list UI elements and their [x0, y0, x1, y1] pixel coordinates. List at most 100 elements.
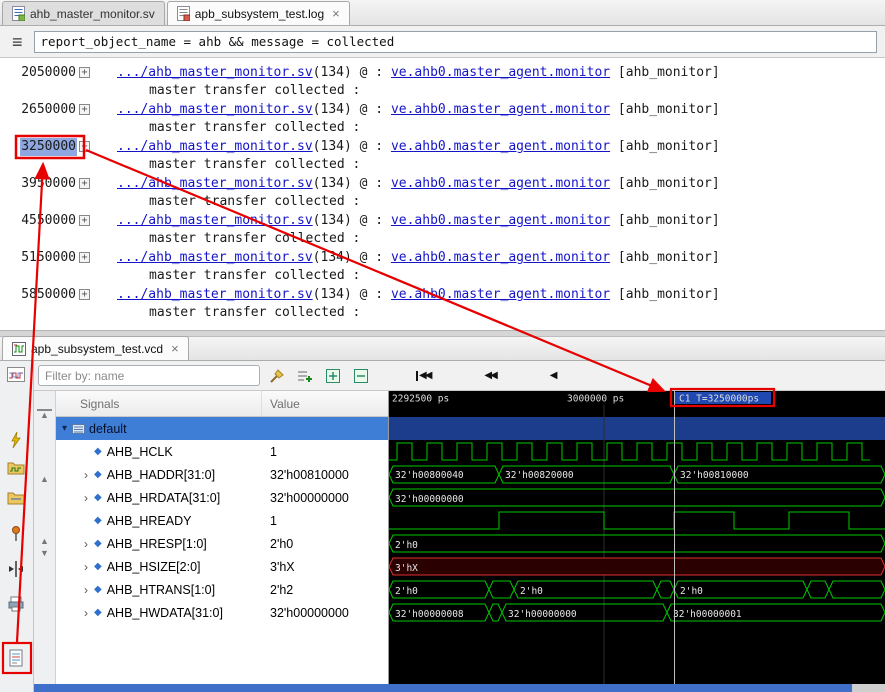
expand-icon[interactable]: + [79, 178, 90, 189]
expand-all-icon[interactable] [322, 365, 344, 387]
group-name[interactable]: default [89, 422, 127, 436]
expand-icon[interactable]: + [79, 67, 90, 78]
folder-wave-icon[interactable] [6, 457, 28, 479]
signal-name[interactable]: AHB_HWDATA[31:0] [107, 606, 223, 620]
chevron-right-icon[interactable]: › [80, 583, 92, 597]
menu-icon[interactable]: ≡ [12, 33, 23, 51]
signal-diamond-icon: ◆ [94, 515, 102, 526]
signal-name[interactable]: AHB_HTRANS[1:0] [107, 583, 215, 597]
monitor-scope-link[interactable]: ve.ahb0.master_agent.monitor [391, 250, 610, 265]
chevron-down-icon[interactable]: ▾ [62, 423, 67, 434]
file-link[interactable]: .../ahb_master_monitor.sv [117, 176, 313, 191]
log-timestamp[interactable]: 5850000 [20, 286, 77, 304]
signal-name[interactable]: AHB_HRESP[1:0] [107, 537, 207, 551]
log-timestamp[interactable]: 3950000 [20, 175, 77, 193]
signal-row-ahb-hready[interactable]: ◆AHB_HREADY 1 [56, 509, 388, 532]
log-detail: master transfer collected : [117, 230, 720, 248]
horizontal-scrollbar[interactable] [34, 684, 885, 692]
bus-value-label: 32'h00000000 [508, 609, 577, 620]
expand-icon[interactable]: + [79, 215, 90, 226]
close-icon[interactable]: × [332, 7, 340, 20]
file-link[interactable]: .../ahb_master_monitor.sv [117, 102, 313, 117]
signal-filter-input[interactable] [38, 365, 260, 386]
log-list[interactable]: 2050000+ .../ahb_master_monitor.sv(134) … [0, 58, 885, 330]
signal-row-ahb-hresp[interactable]: ›◆AHB_HRESP[1:0] 2'h0 [56, 532, 388, 555]
expand-icon[interactable]: + [79, 104, 90, 115]
value-column-header[interactable]: Value [262, 397, 388, 411]
signal-name[interactable]: AHB_HREADY [107, 514, 192, 528]
chevron-right-icon[interactable]: › [80, 491, 92, 505]
signal-diamond-icon: ◆ [94, 469, 102, 480]
cursor-label: C1 T=3250000ps [679, 394, 759, 405]
scrollbar-thumb[interactable] [34, 684, 852, 692]
go-to-start-icon[interactable]: ◀◀ [416, 371, 430, 381]
collapse-all-icon[interactable] [350, 365, 372, 387]
group-icon [72, 423, 85, 435]
waveform-canvas[interactable]: 32'h00800040 32'h00820000 32'h00810000 3… [389, 391, 885, 684]
monitor-scope-link[interactable]: ve.ahb0.master_agent.monitor [391, 65, 610, 80]
scroll-down-small-icon[interactable]: ▼ [37, 549, 52, 559]
vcd-wave-icon [12, 342, 26, 356]
prev-transition-icon[interactable]: ◀◀ [484, 371, 495, 381]
expand-icon[interactable]: + [79, 289, 90, 300]
folder-icon[interactable] [6, 487, 28, 509]
monitor-scope-link[interactable]: ve.ahb0.master_agent.monitor [391, 102, 610, 117]
scroll-up-icon[interactable]: ▲ [37, 475, 52, 485]
scroll-up-small-icon[interactable]: ▲ [37, 537, 52, 547]
signal-row-ahb-hwdata[interactable]: ›◆AHB_HWDATA[31:0] 32'h00000000 [56, 601, 388, 624]
file-link[interactable]: .../ahb_master_monitor.sv [117, 139, 313, 154]
tab-ahb-master-monitor-sv[interactable]: ahb_master_monitor.sv [2, 1, 165, 25]
signal-row-ahb-hrdata[interactable]: ›◆AHB_HRDATA[31:0] 32'h00000000 [56, 486, 388, 509]
expand-icon[interactable]: + [79, 252, 90, 263]
log-timestamp[interactable]: 2050000 [20, 64, 77, 82]
signal-value: 2'h2 [262, 583, 388, 597]
scroll-to-top-icon[interactable]: ▲ [37, 409, 52, 421]
signal-name[interactable]: AHB_HRDATA[31:0] [107, 491, 220, 505]
wave-window-icon[interactable] [6, 365, 28, 387]
signal-row-ahb-hsize[interactable]: ›◆AHB_HSIZE[2:0] 3'hX [56, 555, 388, 578]
signal-name[interactable]: AHB_HSIZE[2:0] [107, 560, 201, 574]
signal-value: 3'hX [262, 560, 388, 574]
file-link[interactable]: .../ahb_master_monitor.sv [117, 65, 313, 80]
file-link[interactable]: .../ahb_master_monitor.sv [117, 287, 313, 302]
report-sync-icon[interactable] [6, 648, 28, 670]
chevron-right-icon[interactable]: › [80, 468, 92, 482]
log-timestamp[interactable]: 4550000 [20, 212, 77, 230]
log-entry: 2650000+ .../ahb_master_monitor.sv(134) … [0, 101, 885, 138]
chevron-right-icon[interactable]: › [80, 537, 92, 551]
add-signal-icon[interactable] [294, 365, 316, 387]
pin-icon[interactable] [6, 524, 28, 546]
monitor-scope-link[interactable]: ve.ahb0.master_agent.monitor [391, 213, 610, 228]
wave-right-column: ◀◀ ◀◀ ◀ ▲ ▲ ▲ ▼ Signals [34, 361, 885, 692]
log-timestamp[interactable]: 5150000 [20, 249, 77, 267]
chevron-right-icon[interactable]: › [80, 606, 92, 620]
chevron-right-icon[interactable]: › [80, 560, 92, 574]
file-link[interactable]: .../ahb_master_monitor.sv [117, 250, 313, 265]
printer-icon[interactable] [6, 594, 28, 616]
monitor-scope-link[interactable]: ve.ahb0.master_agent.monitor [391, 139, 610, 154]
tab-apb-subsystem-test-log[interactable]: apb_subsystem_test.log × [167, 1, 350, 25]
file-link[interactable]: .../ahb_master_monitor.sv [117, 213, 313, 228]
signal-group-row[interactable]: ▾ default [56, 417, 388, 440]
signal-row-ahb-haddr[interactable]: ›◆AHB_HADDR[31:0] 32'h00810000 [56, 463, 388, 486]
monitor-scope-link[interactable]: ve.ahb0.master_agent.monitor [391, 176, 610, 191]
signal-row-ahb-htrans[interactable]: ›◆AHB_HTRANS[1:0] 2'h2 [56, 578, 388, 601]
waveform-canvas-panel[interactable]: 32'h00800040 32'h00820000 32'h00810000 3… [389, 391, 885, 684]
signals-column-header[interactable]: Signals [56, 391, 262, 416]
prev-edge-icon[interactable]: ◀ [550, 371, 556, 381]
log-timestamp-selected[interactable]: 3250000 [20, 138, 77, 156]
expand-icon[interactable]: + [79, 141, 90, 152]
log-filter-input[interactable] [34, 31, 877, 53]
monitor-scope-link[interactable]: ve.ahb0.master_agent.monitor [391, 287, 610, 302]
log-timestamp[interactable]: 2650000 [20, 101, 77, 119]
log-entry: 4550000+ .../ahb_master_monitor.sv(134) … [0, 212, 885, 249]
tab-apb-subsystem-test-vcd[interactable]: apb_subsystem_test.vcd × [2, 336, 189, 360]
signal-name[interactable]: AHB_HCLK [107, 445, 173, 459]
signal-diamond-icon: ◆ [94, 538, 102, 549]
clear-filter-broom-icon[interactable] [266, 365, 288, 387]
signal-row-ahb-hclk[interactable]: ◆AHB_HCLK 1 [56, 440, 388, 463]
signals-icon[interactable] [6, 430, 28, 452]
close-icon[interactable]: × [171, 342, 179, 355]
signal-name[interactable]: AHB_HADDR[31:0] [107, 468, 215, 482]
cursor-tool-icon[interactable] [6, 559, 28, 581]
